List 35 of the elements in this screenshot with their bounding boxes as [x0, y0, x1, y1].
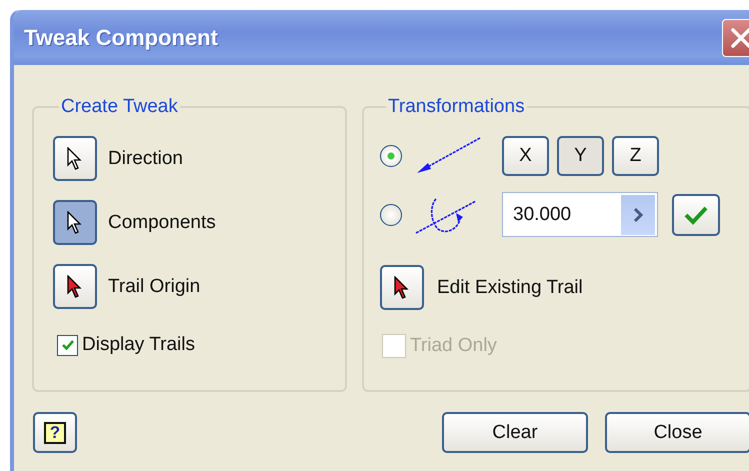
checkbox[interactable]	[57, 334, 78, 356]
pointer-icon	[67, 146, 83, 170]
tool-label: Trail Origin	[108, 276, 200, 298]
group-title: Create Tweak	[60, 96, 179, 118]
angle-field[interactable]: 30.000	[502, 192, 658, 237]
tool-label: Components	[108, 212, 216, 234]
edit-trail-label: Edit Existing Trail	[437, 276, 583, 298]
checkbox-label: Display Trails	[82, 334, 195, 356]
chevron-right-icon	[633, 208, 643, 222]
radio-button[interactable]	[380, 204, 402, 226]
axis-button[interactable]: Z	[612, 136, 659, 176]
close-button[interactable]	[722, 18, 749, 56]
tool-button[interactable]	[53, 136, 97, 181]
help-button[interactable]: ?	[33, 412, 77, 453]
apply-button[interactable]	[672, 194, 720, 236]
dialog-button[interactable]: Clear	[442, 412, 588, 453]
help-icon: ?	[44, 422, 66, 444]
window-title: Tweak Component	[24, 24, 218, 50]
tool-label: Direction	[108, 148, 183, 170]
checkmark-icon	[684, 204, 708, 224]
pointer-icon	[394, 276, 410, 300]
pointer-icon	[67, 274, 83, 298]
dialog-button[interactable]: Close	[605, 412, 749, 453]
radio-button[interactable]	[380, 145, 402, 167]
pointer-icon	[67, 210, 83, 234]
close-icon	[730, 26, 749, 48]
checkmark-icon	[60, 338, 74, 352]
axis-button[interactable]: Y	[557, 136, 604, 176]
group-title: Transformations	[387, 96, 526, 118]
tool-button[interactable]	[53, 200, 97, 245]
spin-button[interactable]	[621, 194, 655, 234]
edit-trail-button[interactable]	[380, 265, 424, 310]
tool-button[interactable]	[53, 264, 97, 309]
axis-button[interactable]: X	[502, 136, 549, 176]
checkbox-label: Triad Only	[410, 335, 497, 357]
